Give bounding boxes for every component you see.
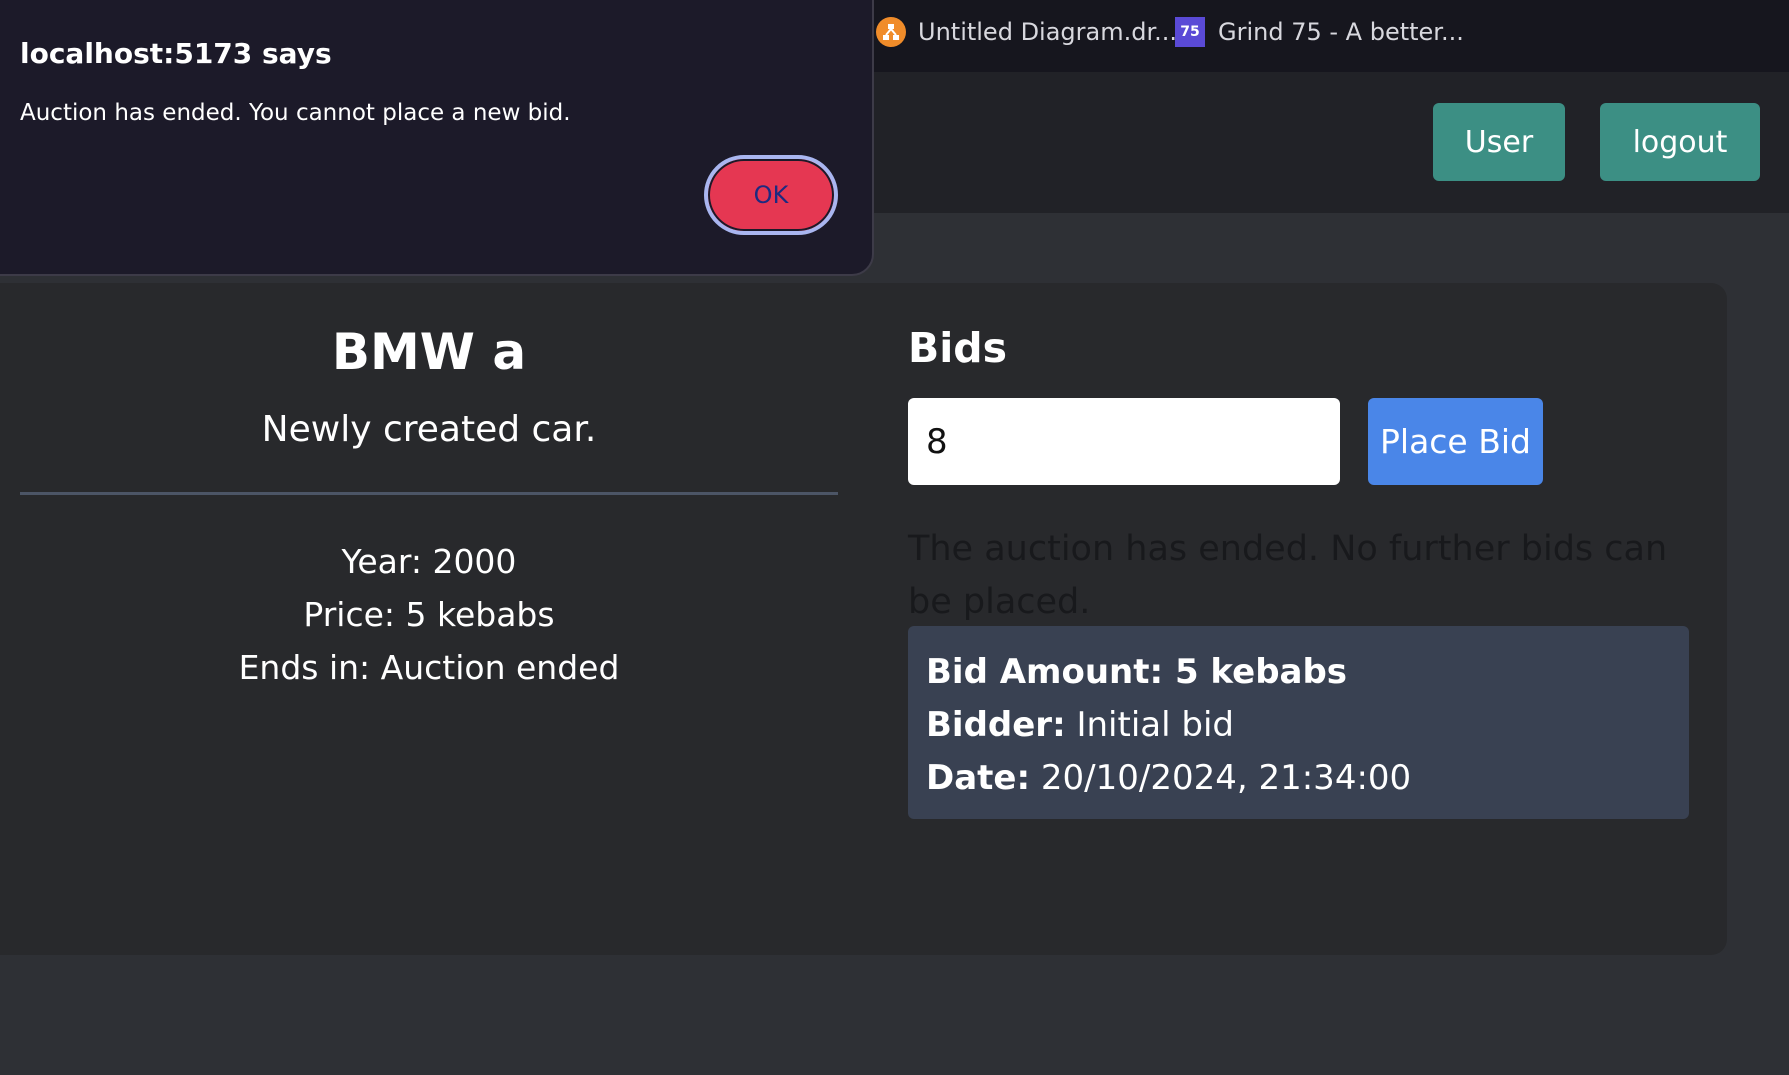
car-ends-in: Ends in: Auction ended — [238, 648, 620, 687]
car-year: Year: 2000 — [341, 542, 517, 581]
bids-heading: Bids — [908, 324, 1008, 372]
grind75-icon: 75 — [1175, 17, 1205, 47]
divider — [20, 492, 838, 495]
auction-ended-message: The auction has ended. No further bids c… — [908, 529, 1668, 622]
bid-item: Bid Amount: 5 kebabs Bidder: Initial bid… — [908, 626, 1689, 819]
date-label: Date: — [926, 758, 1031, 798]
date-value: 20/10/2024, 21:34:00 — [1030, 758, 1412, 798]
car-details: Year: 2000 Price: 5 kebabs Ends in: Auct… — [20, 535, 838, 694]
bookmark-grind75[interactable]: 75 Grind 75 - A better... — [1175, 0, 1464, 64]
dialog-title: localhost:5173 says — [20, 37, 332, 70]
logout-button[interactable]: logout — [1600, 103, 1760, 181]
bookmark-label: Grind 75 - A better... — [1218, 18, 1464, 46]
car-description: Newly created car. — [261, 409, 597, 450]
bidder-label: Bidder: — [926, 705, 1066, 745]
dialog-message: Auction has ended. You cannot place a ne… — [20, 100, 571, 126]
car-title: BMW a — [331, 323, 527, 381]
car-price: Price: 5 kebabs — [303, 595, 555, 634]
alert-dialog: localhost:5173 says Auction has ended. Y… — [0, 0, 874, 276]
user-button[interactable]: User — [1433, 103, 1565, 181]
bid-amount: Bid Amount: 5 kebabs — [926, 652, 1348, 692]
place-bid-button[interactable]: Place Bid — [1368, 398, 1543, 485]
bidder-value: Initial bid — [1065, 705, 1234, 745]
bookmark-untitled-diagram[interactable]: Untitled Diagram.dr... — [876, 0, 1177, 64]
ok-button[interactable]: OK — [704, 155, 838, 235]
car-details-panel: BMW a Newly created car. Year: 2000 Pric… — [20, 283, 838, 694]
drawio-icon — [876, 17, 906, 47]
bid-amount-input[interactable]: 8 — [908, 398, 1340, 485]
bookmark-label: Untitled Diagram.dr... — [918, 18, 1178, 46]
